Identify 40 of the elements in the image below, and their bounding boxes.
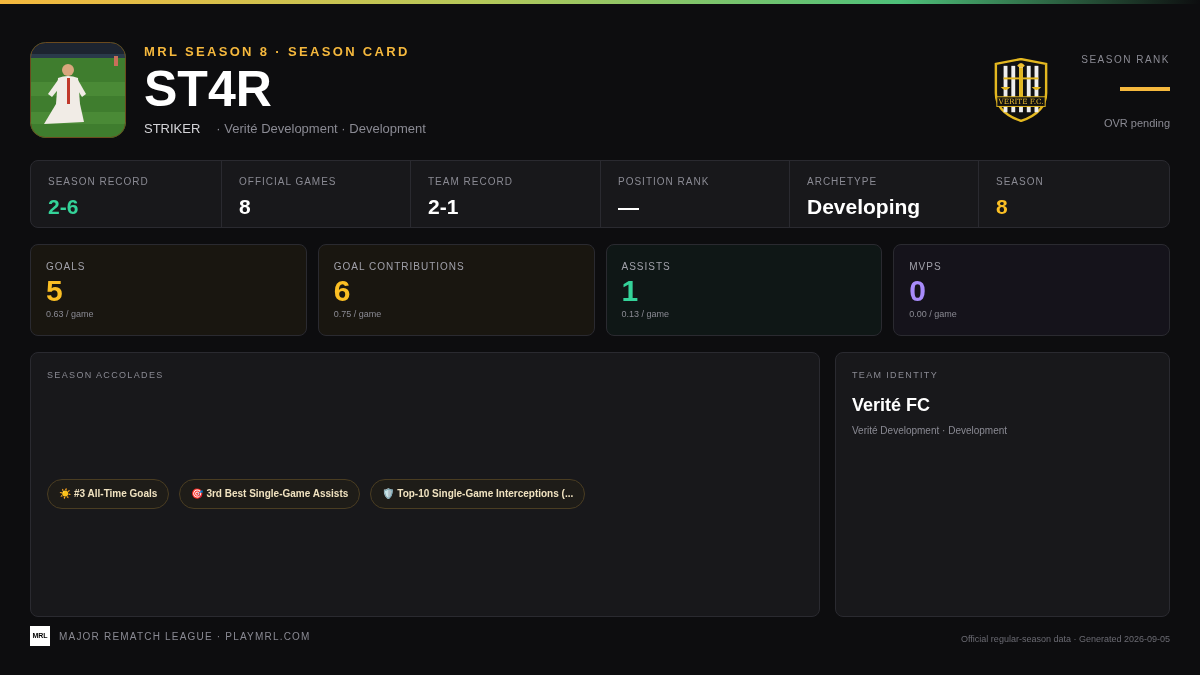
stat-label: GOALS [46,260,87,274]
stat-value: 5 [46,274,64,308]
summary-label: ARCHETYPE [807,175,879,189]
stat-label: ASSISTS [621,260,672,274]
rank-label: SEASON RANK [1081,53,1170,67]
summary-value: 2-1 [428,194,460,220]
stat-label: MVPS [909,260,943,274]
player-position: STRIKER [144,120,201,138]
summary-value: 2-6 [48,194,80,220]
stat-label: GOAL CONTRIBUTIONS [333,260,466,274]
per-game-text: 0.00 / game [909,308,958,321]
panel-title: SEASON ACCOLADES [47,369,165,382]
panel-title: TEAM IDENTITY [852,369,940,382]
per-game-text: 0.63 / game [46,308,95,321]
team-line: · Verité Development · Development [216,120,426,138]
summary-value: — [618,194,640,220]
stat-value: 6 [333,274,352,308]
team-subtitle: Verité Development · Development [852,423,1009,438]
summary-value: Developing [807,194,922,220]
accolade-chip: 🎯 3rd Best Single-Game Assists [179,478,361,509]
card-eyebrow: MRL SEASON 8 · SEASON CARD [144,42,411,61]
summary-label: TEAM RECORD [428,175,514,189]
per-game-text: 0.75 / game [333,308,383,321]
summary-label: SEASON [996,175,1045,189]
summary-value: 8 [996,194,1009,220]
player-name: ST4R [144,61,273,117]
stat-value: 1 [621,274,640,308]
accolade-chip: ☀ #3 All-Time Goals [47,478,170,509]
summary-value: 8 [239,194,252,220]
summary-label: POSITION RANK [618,175,711,189]
rank-dash [1120,87,1170,91]
accolade-chip: 🛡 Top-10 Single-Game Interceptions (... [370,478,586,509]
summary-label: SEASON RECORD [48,175,150,189]
team-name: Verité FC [852,393,932,417]
rank-note: OVR pending [1103,116,1170,131]
stat-value: 0 [909,274,927,308]
per-game-text: 0.13 / game [621,308,671,321]
generated-note: Official regular-season data · Generated 2026-09-05 [961,633,1170,647]
summary-label: OFFICIAL GAMES [239,175,338,189]
league-footer-text: MAJOR REMATCH LEAGUE · PLAYMRL.COM [59,629,311,644]
